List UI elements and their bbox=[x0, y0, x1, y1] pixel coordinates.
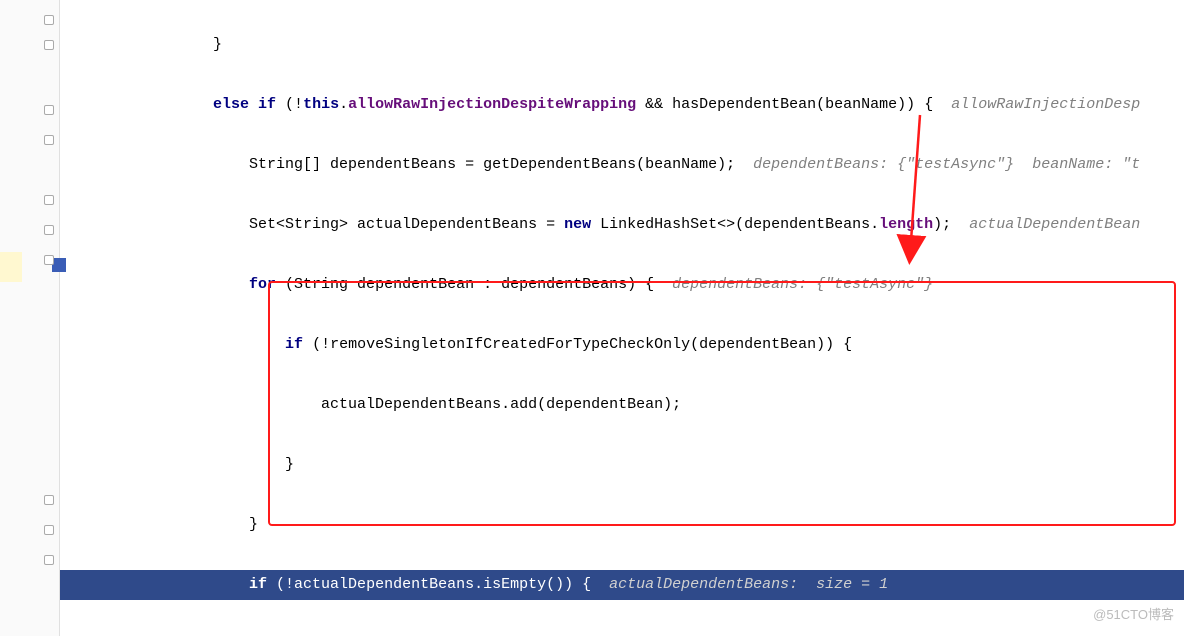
code-line[interactable]: } bbox=[60, 30, 1184, 60]
fold-marker-icon[interactable] bbox=[44, 15, 54, 25]
fold-marker-icon[interactable] bbox=[44, 40, 54, 50]
code-line-highlighted[interactable]: if (!actualDependentBeans.isEmpty()) { a… bbox=[60, 570, 1184, 600]
code-line[interactable]: Set<String> actualDependentBeans = new L… bbox=[60, 210, 1184, 240]
fold-marker-icon[interactable] bbox=[44, 255, 54, 265]
fold-marker-icon[interactable] bbox=[44, 495, 54, 505]
code-line[interactable]: for (String dependentBean : dependentBea… bbox=[60, 270, 1184, 300]
fold-marker-icon[interactable] bbox=[44, 105, 54, 115]
fold-marker-icon[interactable] bbox=[44, 195, 54, 205]
code-line[interactable]: if (!removeSingletonIfCreatedForTypeChec… bbox=[60, 330, 1184, 360]
watermark: @51CTO博客 bbox=[1093, 600, 1174, 630]
fold-marker-icon[interactable] bbox=[44, 555, 54, 565]
code-line[interactable]: } bbox=[60, 510, 1184, 540]
code-editor[interactable]: } else if (!this.allowRawInjectionDespit… bbox=[0, 0, 1184, 636]
fold-marker-icon[interactable] bbox=[44, 225, 54, 235]
code-line[interactable]: else if (!this.allowRawInjectionDespiteW… bbox=[60, 90, 1184, 120]
code-line[interactable]: } bbox=[60, 450, 1184, 480]
fold-marker-icon[interactable] bbox=[44, 135, 54, 145]
gutter bbox=[0, 0, 60, 636]
change-marker bbox=[0, 252, 22, 282]
code-line[interactable]: String[] dependentBeans = getDependentBe… bbox=[60, 150, 1184, 180]
code-area[interactable]: } else if (!this.allowRawInjectionDespit… bbox=[60, 0, 1184, 636]
code-line[interactable]: throw new BeanCurrentlyInCreationExcepti… bbox=[60, 630, 1184, 636]
fold-marker-icon[interactable] bbox=[44, 525, 54, 535]
code-line[interactable]: actualDependentBeans.add(dependentBean); bbox=[60, 390, 1184, 420]
